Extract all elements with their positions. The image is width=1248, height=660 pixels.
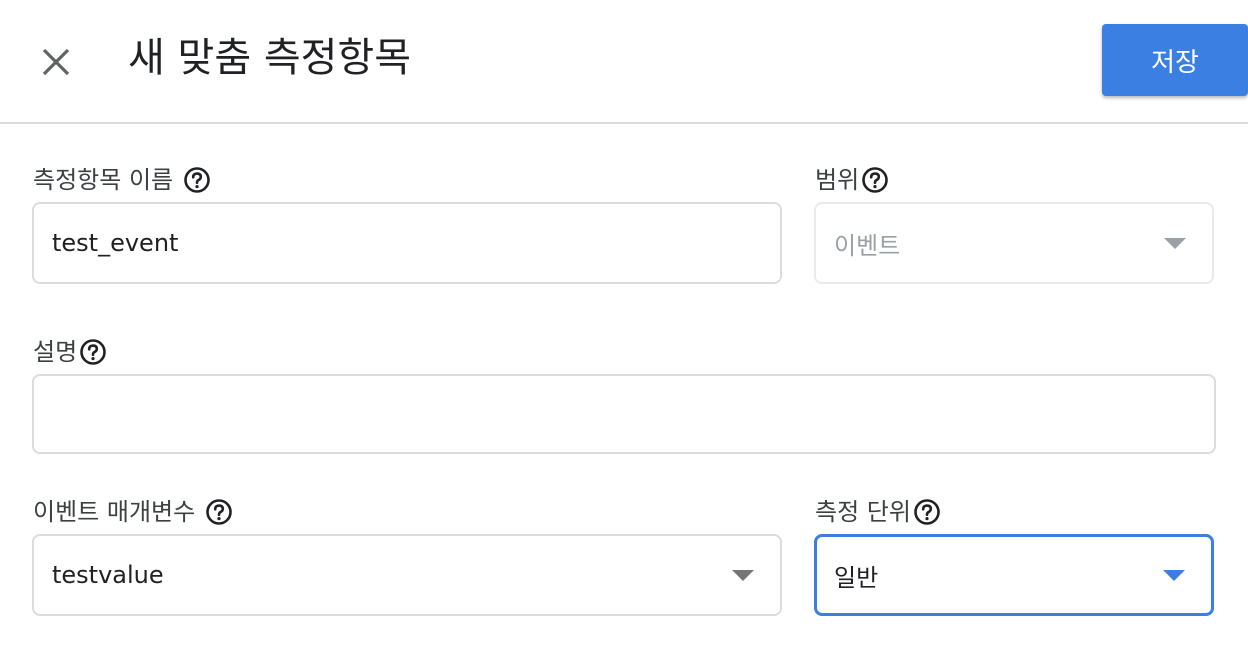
unit-label: 측정 단위 [815, 496, 941, 528]
dialog-header: 새 맞춤 측정항목 저장 [0, 0, 1248, 124]
arrow-drop-down-icon [1164, 238, 1186, 249]
scope-label: 범위 [815, 164, 889, 196]
arrow-drop-down-icon [1163, 570, 1185, 581]
close-button[interactable] [32, 38, 80, 86]
metric-name-label: 측정항목 이름 [33, 164, 211, 196]
close-icon [42, 48, 70, 76]
help-icon[interactable] [913, 498, 941, 526]
arrow-drop-down-icon [732, 570, 754, 581]
description-input[interactable] [32, 374, 1216, 454]
help-icon[interactable] [183, 166, 211, 194]
description-field[interactable] [52, 400, 1214, 428]
unit-select[interactable]: 일반 [814, 534, 1214, 616]
description-label-text: 설명 [33, 338, 78, 366]
help-icon[interactable] [861, 166, 889, 194]
unit-label-text: 측정 단위 [815, 498, 911, 526]
save-button[interactable]: 저장 [1102, 24, 1248, 96]
scope-select: 이벤트 [814, 202, 1214, 284]
event-parameter-label-text: 이벤트 매개변수 [33, 498, 196, 526]
scope-value: 이벤트 [834, 231, 901, 260]
help-icon[interactable] [79, 338, 107, 366]
help-icon[interactable] [205, 498, 233, 526]
metric-name-field[interactable] [52, 229, 780, 257]
event-parameter-value: testvalue [52, 561, 164, 589]
metric-name-label-text: 측정항목 이름 [33, 166, 174, 194]
metric-name-input[interactable] [32, 202, 782, 284]
unit-value: 일반 [834, 563, 879, 592]
description-label: 설명 [33, 336, 107, 368]
page-title: 새 맞춤 측정항목 [128, 35, 412, 81]
event-parameter-label: 이벤트 매개변수 [33, 496, 233, 528]
event-parameter-select[interactable]: testvalue [32, 534, 782, 616]
scope-label-text: 범위 [815, 166, 860, 194]
